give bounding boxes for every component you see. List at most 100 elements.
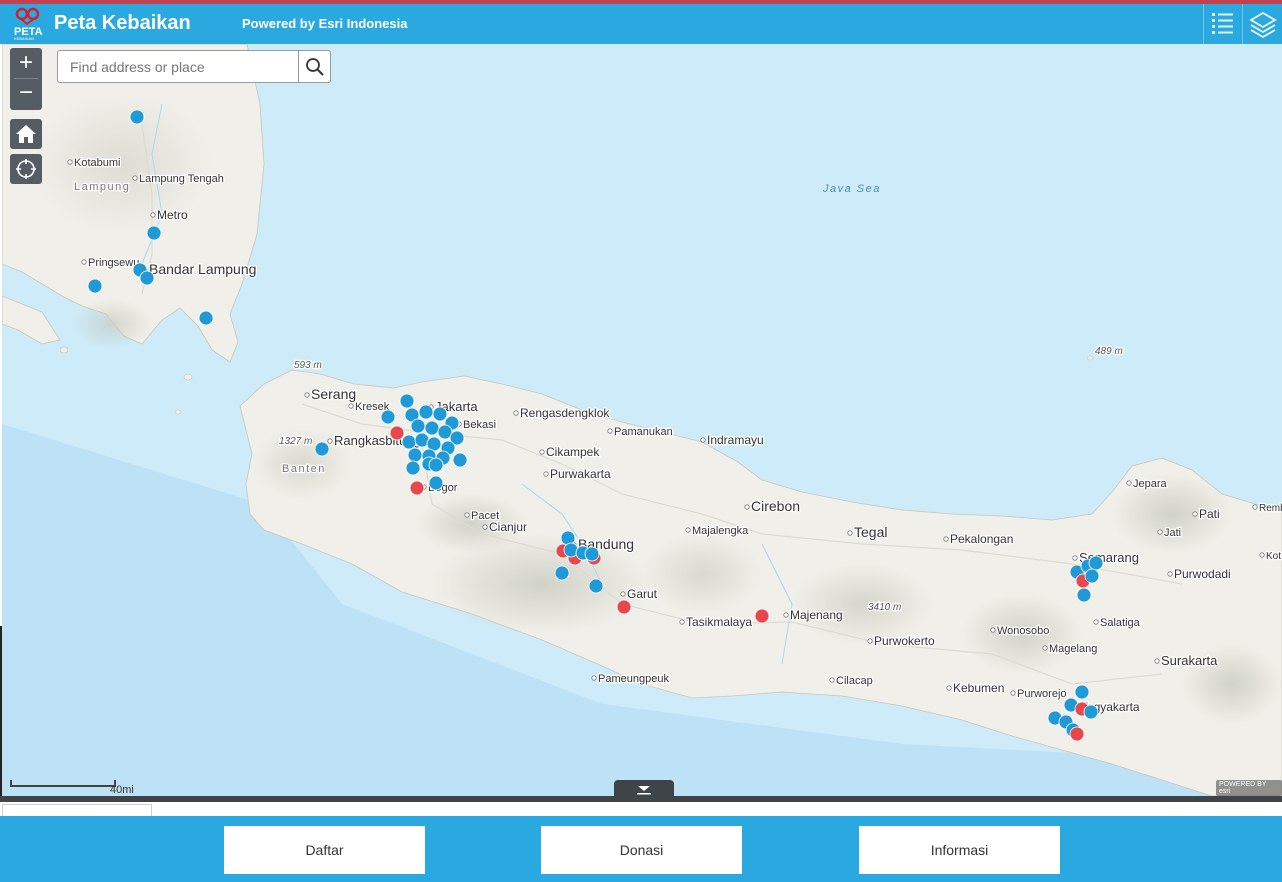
place-dot [943, 536, 949, 542]
place-label: Rengasdengklok [520, 406, 610, 420]
place-label: Lampung [74, 181, 130, 193]
map-marker-blue[interactable] [424, 420, 440, 436]
map-marker-blue[interactable] [314, 441, 330, 457]
list-icon [1212, 13, 1233, 34]
zoom-out-button[interactable]: − [10, 79, 42, 109]
place-dot [620, 591, 626, 597]
place-label: Purworejo [1017, 688, 1067, 700]
place-dot [847, 530, 853, 536]
place-label: Cianjur [489, 520, 527, 534]
place-label: 1327 m [279, 436, 312, 447]
search-box [57, 50, 331, 83]
place-label: Purwodadi [1174, 567, 1231, 581]
home-button[interactable] [10, 119, 42, 149]
map-marker-blue[interactable] [428, 475, 444, 491]
bottom-bar: Daftar Donasi Informasi [0, 816, 1282, 882]
map-marker-blue[interactable] [146, 225, 162, 241]
place-dot [1010, 690, 1016, 696]
place-dot [348, 403, 354, 409]
map-marker-blue[interactable] [1088, 555, 1104, 571]
chevron-down-icon [637, 786, 651, 795]
place-label: Majenang [790, 608, 843, 622]
map-marker-blue[interactable] [1084, 568, 1100, 584]
map-marker-blue[interactable] [432, 406, 448, 422]
scale-label: 40mi [110, 784, 134, 796]
place-dot [744, 504, 750, 510]
place-dot [513, 410, 519, 416]
map-marker-red[interactable] [1069, 726, 1085, 742]
place-dot [67, 159, 73, 165]
locate-icon [16, 159, 36, 179]
map-marker-blue[interactable] [588, 578, 604, 594]
scale-bar: 40mi [10, 780, 170, 796]
panel-tab[interactable] [2, 804, 152, 816]
place-dot [1126, 480, 1132, 486]
informasi-button[interactable]: Informasi [859, 826, 1060, 874]
map-view[interactable]: Kotabumi Lampung Lampung Tengah Metro Prings… [2, 44, 1282, 796]
map-marker-blue[interactable] [407, 447, 423, 463]
map-marker-red[interactable] [754, 608, 770, 624]
map-marker-blue[interactable] [1076, 587, 1092, 603]
scale-bar-line [10, 780, 116, 787]
map-marker-blue[interactable] [1083, 704, 1099, 720]
map-marker-blue[interactable] [554, 565, 570, 581]
search-input[interactable] [58, 51, 298, 82]
place-label: Jati [1164, 527, 1181, 539]
place-label: Bandar Lampung [149, 261, 256, 277]
search-button[interactable] [298, 51, 330, 82]
map-marker-blue[interactable] [428, 457, 444, 473]
place-dot [1042, 645, 1048, 651]
map-marker-blue[interactable] [401, 434, 417, 450]
map-marker-blue[interactable] [405, 460, 421, 476]
place-label: Cirebon [751, 498, 800, 514]
layers-button[interactable] [1242, 4, 1282, 44]
map-marker-red[interactable] [409, 480, 425, 496]
place-label: Salatiga [1100, 617, 1141, 629]
place-dot [543, 471, 549, 477]
donasi-button[interactable]: Donasi [541, 826, 742, 874]
place-label: Surakarta [1161, 653, 1218, 668]
place-label: Kotabumi [74, 157, 120, 169]
map-marker-blue[interactable] [452, 452, 468, 468]
place-label: Purwokerto [874, 634, 935, 648]
esri-attribution: POWERED BY esri [1216, 780, 1282, 796]
place-label: 3410 m [868, 602, 901, 613]
map-marker-blue[interactable] [87, 278, 103, 294]
logo-icon: PETA KEBAIKAN [14, 7, 43, 41]
layers-icon [1249, 11, 1277, 39]
place-label: Tasikmalaya [686, 615, 752, 629]
place-dot [829, 677, 835, 683]
map-marker-blue[interactable] [139, 270, 155, 286]
place-label: Indramayu [707, 433, 764, 447]
map-marker-blue[interactable] [1074, 684, 1090, 700]
map-marker-blue[interactable] [410, 418, 426, 434]
place-label: Kebumen [953, 681, 1004, 695]
locate-button[interactable] [10, 154, 42, 184]
app-logo: PETA KEBAIKAN [10, 7, 46, 41]
panel-toggle-button[interactable] [614, 780, 674, 796]
map-marker-blue[interactable] [198, 310, 214, 326]
place-dot [464, 512, 470, 518]
map-marker-red[interactable] [389, 425, 405, 441]
list-button[interactable] [1203, 4, 1241, 44]
map-marker-blue[interactable] [399, 393, 415, 409]
place-label: Pringsewu [88, 257, 139, 269]
place-label: Metro [157, 208, 188, 222]
daftar-button[interactable]: Daftar [224, 826, 425, 874]
zoom-in-button[interactable]: + [10, 48, 42, 78]
place-dot [591, 675, 597, 681]
map-marker-blue[interactable] [129, 109, 145, 125]
place-dot [132, 175, 138, 181]
map-marker-blue[interactable] [380, 409, 396, 425]
map-marker-blue[interactable] [418, 404, 434, 420]
place-dot [1192, 511, 1198, 517]
place-dot [81, 259, 87, 265]
map-marker-blue[interactable] [584, 546, 600, 562]
place-label: 489 m [1095, 346, 1123, 357]
place-dot [990, 627, 996, 633]
zoom-control: + − [10, 48, 42, 110]
place-dot [327, 438, 333, 444]
map-marker-red[interactable] [616, 599, 632, 615]
place-dot [1259, 552, 1265, 558]
app-subtitle: Powered by Esri Indonesia [242, 16, 408, 31]
